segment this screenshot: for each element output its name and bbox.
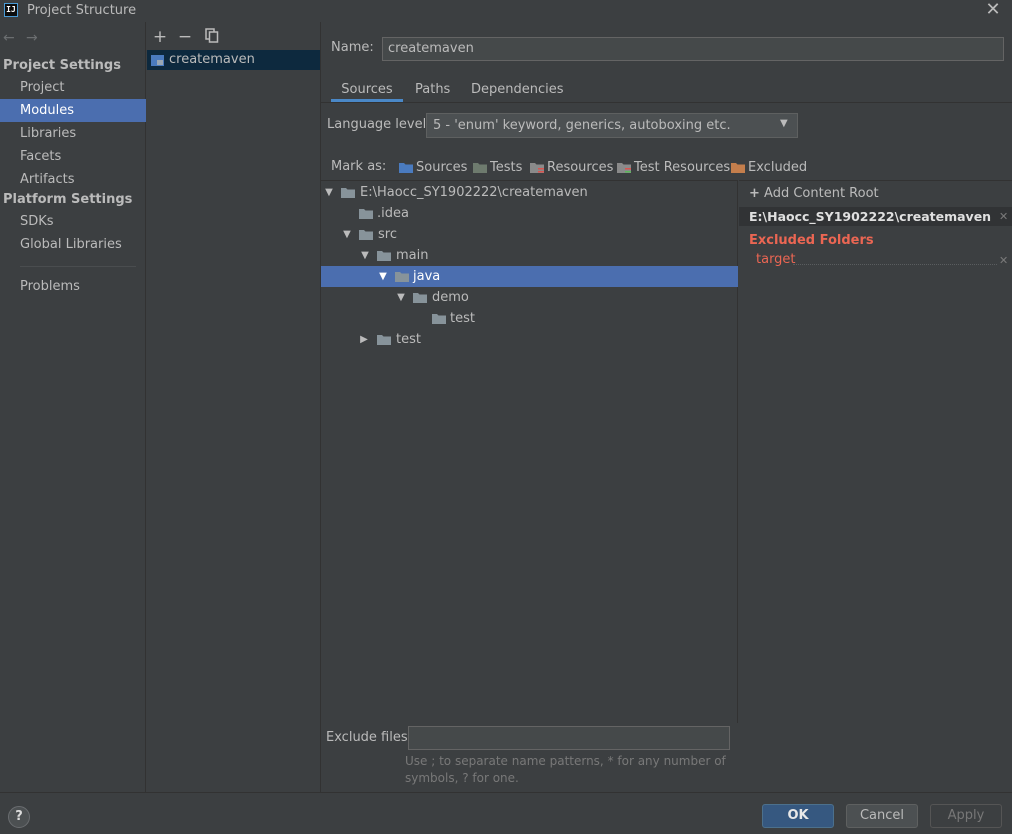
window-title: Project Structure <box>27 3 137 18</box>
source-folder-tree: ▼ E:\Haocc_SY1902222\createmaven .idea ▼… <box>321 180 738 723</box>
apply-button[interactable]: Apply <box>930 804 1002 828</box>
tree-node-idea[interactable]: .idea <box>321 203 738 224</box>
content-root-panel <box>739 180 1012 792</box>
expanded-arrow-icon[interactable]: ▼ <box>323 182 335 203</box>
folder-icon <box>377 251 391 261</box>
expanded-arrow-icon[interactable]: ▼ <box>341 224 353 245</box>
remove-icon[interactable]: − <box>176 28 194 46</box>
remove-content-root-icon[interactable]: ✕ <box>999 210 1008 223</box>
mark-tests-button[interactable]: Tests <box>473 159 522 177</box>
module-name-input[interactable]: createmaven <box>382 37 1004 61</box>
expanded-arrow-icon[interactable]: ▼ <box>395 287 407 308</box>
resources-folder-icon <box>530 163 544 173</box>
expanded-arrow-icon[interactable]: ▼ <box>377 266 389 287</box>
name-label: Name: <box>331 40 374 55</box>
tests-folder-icon <box>473 163 487 173</box>
module-list-panel: + − createmaven <box>146 22 321 792</box>
tree-node-src[interactable]: ▼ src <box>321 224 738 245</box>
folder-icon <box>359 230 373 240</box>
module-icon <box>151 55 164 66</box>
tab-dependencies[interactable]: Dependencies <box>471 80 564 102</box>
mark-as-label: Mark as: <box>331 159 387 174</box>
tab-paths[interactable]: Paths <box>415 80 450 102</box>
cancel-button[interactable]: Cancel <box>846 804 918 828</box>
nav-item-global-libraries[interactable]: Global Libraries <box>0 233 146 256</box>
ok-button[interactable]: OK <box>762 804 834 828</box>
chevron-down-icon: ▼ <box>780 118 788 129</box>
mark-test-resources-button[interactable]: Test Resources <box>617 159 730 177</box>
mark-sources-button[interactable]: Sources <box>399 159 467 177</box>
mark-resources-button[interactable]: Resources <box>530 159 613 177</box>
tree-node-demo-test[interactable]: test <box>321 308 738 329</box>
nav-item-modules[interactable]: Modules <box>0 99 146 122</box>
folder-icon <box>432 314 446 324</box>
tree-node-root[interactable]: ▼ E:\Haocc_SY1902222\createmaven <box>321 182 738 203</box>
sources-folder-icon <box>399 163 413 173</box>
mark-excluded-button[interactable]: Excluded <box>731 159 807 177</box>
close-icon[interactable]: ✕ <box>984 1 1002 19</box>
add-icon[interactable]: + <box>151 28 169 46</box>
exclude-files-hint: Use ; to separate name patterns, * for a… <box>405 754 726 785</box>
help-button[interactable]: ? <box>8 806 30 828</box>
remove-excluded-folder-icon[interactable]: ✕ <box>999 254 1008 267</box>
nav-item-project[interactable]: Project <box>0 76 146 99</box>
folder-icon <box>413 293 427 303</box>
tree-node-java[interactable]: ▼ java <box>321 266 738 287</box>
plus-icon: + <box>749 186 760 201</box>
tree-node-main[interactable]: ▼ main <box>321 245 738 266</box>
title-bar <box>0 0 1012 22</box>
add-content-root-button[interactable]: + Add Content Root <box>749 186 879 201</box>
excluded-folder-leader <box>793 264 997 265</box>
module-name: createmaven <box>169 52 255 67</box>
test-resources-folder-icon <box>617 163 631 173</box>
intellij-app-icon: IJ <box>4 3 18 17</box>
nav-item-artifacts[interactable]: Artifacts <box>0 168 146 191</box>
collapsed-arrow-icon[interactable]: ▶ <box>358 329 370 350</box>
exclude-files-input[interactable] <box>408 726 730 750</box>
nav-item-problems[interactable]: Problems <box>0 275 146 298</box>
nav-item-sdks[interactable]: SDKs <box>0 210 146 233</box>
excluded-folder-item: target <box>756 252 796 267</box>
nav-divider <box>20 266 136 267</box>
back-arrow-icon[interactable]: ← <box>3 30 15 46</box>
forward-arrow-icon[interactable]: → <box>26 30 38 46</box>
excluded-folders-title: Excluded Folders <box>749 233 874 248</box>
tree-node-demo[interactable]: ▼ demo <box>321 287 738 308</box>
tab-divider <box>321 102 1012 103</box>
nav-item-libraries[interactable]: Libraries <box>0 122 146 145</box>
folder-icon <box>395 272 409 282</box>
folder-icon <box>359 209 373 219</box>
language-level-select[interactable]: 5 - 'enum' keyword, generics, autoboxing… <box>426 113 798 138</box>
copy-icon[interactable] <box>203 28 221 46</box>
project-settings-header: Project Settings <box>3 58 121 73</box>
content-root-path: E:\Haocc_SY1902222\createmaven <box>739 207 1012 226</box>
tree-node-src-test[interactable]: ▶ test <box>321 329 738 350</box>
excluded-folder-icon <box>731 163 745 173</box>
expanded-arrow-icon[interactable]: ▼ <box>359 245 371 266</box>
platform-settings-header: Platform Settings <box>3 192 133 207</box>
tab-sources[interactable]: Sources <box>331 80 403 102</box>
nav-item-facets[interactable]: Facets <box>0 145 146 168</box>
exclude-files-label: Exclude files: <box>326 730 413 745</box>
folder-icon <box>377 335 391 345</box>
folder-icon <box>341 188 355 198</box>
language-level-label: Language level: <box>327 117 431 132</box>
module-list-item[interactable]: createmaven <box>147 50 320 70</box>
